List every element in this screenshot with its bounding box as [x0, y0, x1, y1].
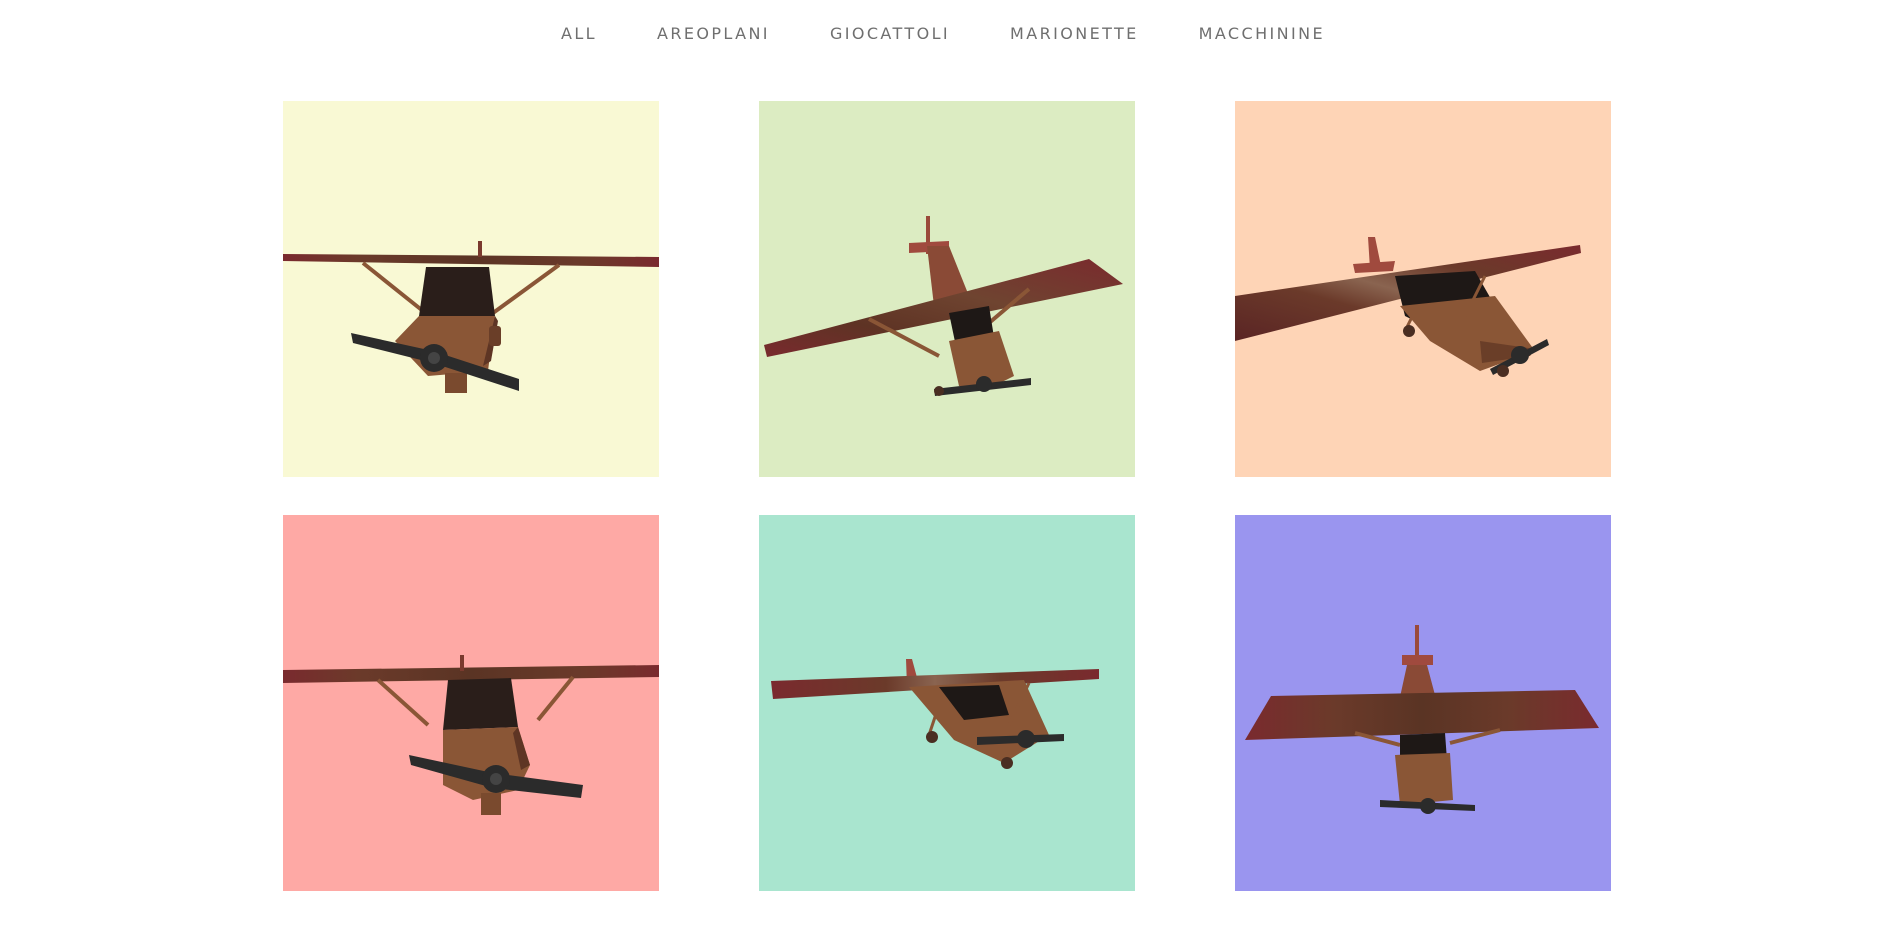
gallery-tile[interactable] — [283, 515, 659, 891]
gallery-tile[interactable] — [1235, 101, 1611, 477]
filter-marionette[interactable]: MARIONETTE — [1010, 24, 1139, 44]
filter-macchinine[interactable]: MACCHININE — [1199, 24, 1325, 44]
wooden-airplane-three-quarter-view-icon — [759, 101, 1135, 477]
gallery-tile[interactable] — [759, 515, 1135, 891]
category-filter-nav: ALL AREOPLANI GIOCATTOLI MARIONETTE MACC… — [0, 0, 1886, 70]
filter-areoplani[interactable]: AREOPLANI — [657, 24, 770, 44]
product-gallery — [283, 101, 1611, 891]
wooden-airplane-front-view-icon — [283, 101, 659, 477]
gallery-tile[interactable] — [283, 101, 659, 477]
gallery-tile[interactable] — [1235, 515, 1611, 891]
filter-all[interactable]: ALL — [561, 24, 597, 44]
wooden-airplane-front-view-icon — [283, 515, 659, 891]
gallery-tile[interactable] — [759, 101, 1135, 477]
wooden-airplane-side-view-icon — [1235, 101, 1611, 477]
wooden-airplane-top-view-icon — [1235, 515, 1611, 891]
wooden-airplane-side-view-icon — [759, 515, 1135, 891]
filter-giocattoli[interactable]: GIOCATTOLI — [830, 24, 950, 44]
